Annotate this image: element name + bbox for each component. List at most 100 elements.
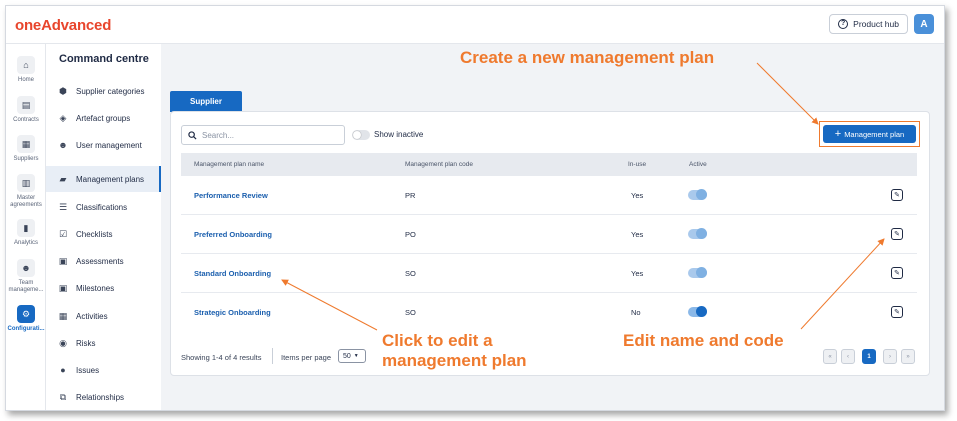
users-icon: ☻ <box>58 140 68 150</box>
plan-code: PR <box>405 191 416 200</box>
avatar[interactable]: A <box>914 14 934 34</box>
edit-icon[interactable]: ✎ <box>891 267 903 279</box>
active-toggle[interactable] <box>688 267 707 278</box>
annotation-edit-plan-line2: management plan <box>382 351 527 370</box>
sidebar-item-label: Activities <box>76 311 108 321</box>
column-header-in-use[interactable]: In-use <box>628 161 646 168</box>
rail-label: Configurati... <box>7 326 45 332</box>
contracts-icon: ▤ <box>17 96 35 114</box>
active-toggle[interactable] <box>688 306 707 317</box>
sidebar-item-relationships[interactable]: ⧉ Relationships <box>46 384 161 410</box>
risk-icon: ◉ <box>59 337 67 348</box>
active-toggle[interactable] <box>688 228 707 239</box>
table-row: Standard Onboarding SO Yes ✎ <box>181 254 917 293</box>
plan-name-link[interactable]: Performance Review <box>194 191 268 200</box>
plan-code: SO <box>405 269 416 278</box>
rail-item-team-management[interactable]: ☻ Team manageme... <box>6 259 46 294</box>
plan-in-use: Yes <box>631 269 644 278</box>
suppliers-icon: ▦ <box>17 135 35 153</box>
plan-name-link[interactable]: Strategic Onboarding <box>194 308 271 317</box>
master-agreements-icon: ▥ <box>17 174 35 192</box>
pager-first-button[interactable]: « <box>823 349 837 364</box>
shield-icon: ⬢ <box>59 85 67 96</box>
active-toggle[interactable] <box>688 189 707 200</box>
show-inactive-label: Show inactive <box>374 130 424 139</box>
plan-code: SO <box>405 308 416 317</box>
sidebar-item-management-plans[interactable]: ▰ Management plans <box>46 166 161 192</box>
product-hub-button[interactable]: ? Product hub <box>829 14 908 34</box>
plan-in-use: No <box>631 308 641 317</box>
list-icon: ☰ <box>58 201 68 212</box>
pager-current-page[interactable]: 1 <box>862 349 876 364</box>
rail-item-suppliers[interactable]: ▦ Suppliers <box>6 135 46 163</box>
pager-prev-button[interactable]: ‹ <box>841 349 855 364</box>
rail-label: Suppliers <box>13 156 39 162</box>
plan-in-use: Yes <box>631 191 644 200</box>
sidebar-item-risks[interactable]: ◉ Risks <box>46 330 161 356</box>
rail-item-master-agreements[interactable]: ▥ Master agreements <box>6 174 46 209</box>
column-header-code[interactable]: Management plan code <box>405 161 473 168</box>
search-box[interactable] <box>181 125 345 145</box>
plan-name-link[interactable]: Preferred Onboarding <box>194 230 272 239</box>
sidebar-item-milestones[interactable]: ▣ Milestones <box>46 275 161 301</box>
table-header: Management plan name Management plan cod… <box>181 153 917 176</box>
sidebar-item-label: Assessments <box>76 256 124 266</box>
add-management-plan-button[interactable]: + Management plan <box>823 125 916 143</box>
rail-label: Team manageme... <box>8 280 44 293</box>
table-row: Performance Review PR Yes ✎ <box>181 176 917 215</box>
sidebar-item-issues[interactable]: ● Issues <box>46 357 161 383</box>
main-content: Supplier Show inactive + Management plan… <box>161 44 944 410</box>
sidebar-item-user-management[interactable]: ☻ User management <box>46 132 161 158</box>
plan-in-use: Yes <box>631 230 644 239</box>
sidebar-item-assessments[interactable]: ▣ Assessments <box>46 248 161 274</box>
sidebar-item-label: Supplier categories <box>76 86 145 96</box>
plan-code: PO <box>405 230 416 239</box>
sidebar-item-label: Checklists <box>76 229 113 239</box>
sidebar-item-label: Classifications <box>76 202 128 212</box>
tab-supplier[interactable]: Supplier <box>170 91 242 112</box>
rail-label: Contracts <box>13 117 39 123</box>
sidebar-item-checklists[interactable]: ☑ Checklists <box>46 221 161 247</box>
top-bar: oneAdvanced ? Product hub A <box>6 6 944 44</box>
sidebar-item-classifications[interactable]: ☰ Classifications <box>46 194 161 220</box>
sidebar-item-label: Milestones <box>76 283 115 293</box>
milestone-icon: ▣ <box>58 282 68 293</box>
brand-logo[interactable]: oneAdvanced <box>15 17 111 34</box>
items-per-page-select[interactable]: 50 ▼ <box>338 349 366 363</box>
assessment-icon: ▣ <box>58 255 68 266</box>
sidebar-item-supplier-categories[interactable]: ⬢ Supplier categories <box>46 78 161 104</box>
show-inactive-toggle[interactable] <box>352 130 370 140</box>
annotation-edit-plan-line1: Click to edit a <box>382 331 493 350</box>
page-title: Command centre <box>59 53 149 65</box>
home-icon: ⌂ <box>17 56 35 74</box>
product-hub-label: Product hub <box>853 19 899 29</box>
rail-item-contracts[interactable]: ▤ Contracts <box>6 96 46 124</box>
sidebar-item-label: Issues <box>76 365 100 375</box>
sidebar-item-activities[interactable]: ▦ Activities <box>46 303 161 329</box>
pager-last-button[interactable]: » <box>901 349 915 364</box>
search-input[interactable] <box>202 130 342 140</box>
chevron-down-icon: ▼ <box>353 353 359 359</box>
table-row: Preferred Onboarding PO Yes ✎ <box>181 215 917 254</box>
rail-item-analytics[interactable]: ▮ Analytics <box>6 219 46 247</box>
pager-next-button[interactable]: › <box>883 349 897 364</box>
rail-item-configuration[interactable]: ⚙ Configurati... <box>6 305 46 333</box>
rail-item-home[interactable]: ⌂ Home <box>6 56 46 84</box>
results-count: Showing 1-4 of 4 results <box>181 353 262 362</box>
plan-name-link[interactable]: Standard Onboarding <box>194 269 271 278</box>
analytics-icon: ▮ <box>17 219 35 237</box>
checklist-icon: ☑ <box>58 228 68 239</box>
footer-divider <box>272 348 273 364</box>
sidebar-item-label: Management plans <box>76 174 145 184</box>
edit-icon[interactable]: ✎ <box>891 189 903 201</box>
help-icon: ? <box>838 19 849 29</box>
rail-label: Master agreements <box>10 195 42 208</box>
edit-icon[interactable]: ✎ <box>891 228 903 240</box>
items-per-page-value: 50 <box>343 352 351 360</box>
sidebar-item-artefact-groups[interactable]: ◈ Artefact groups <box>46 105 161 131</box>
edit-icon[interactable]: ✎ <box>891 306 903 318</box>
sidebar-item-label: User management <box>76 140 142 150</box>
column-header-active[interactable]: Active <box>689 161 707 168</box>
sidebar-item-label: Relationships <box>76 392 125 402</box>
column-header-name[interactable]: Management plan name <box>194 161 264 168</box>
